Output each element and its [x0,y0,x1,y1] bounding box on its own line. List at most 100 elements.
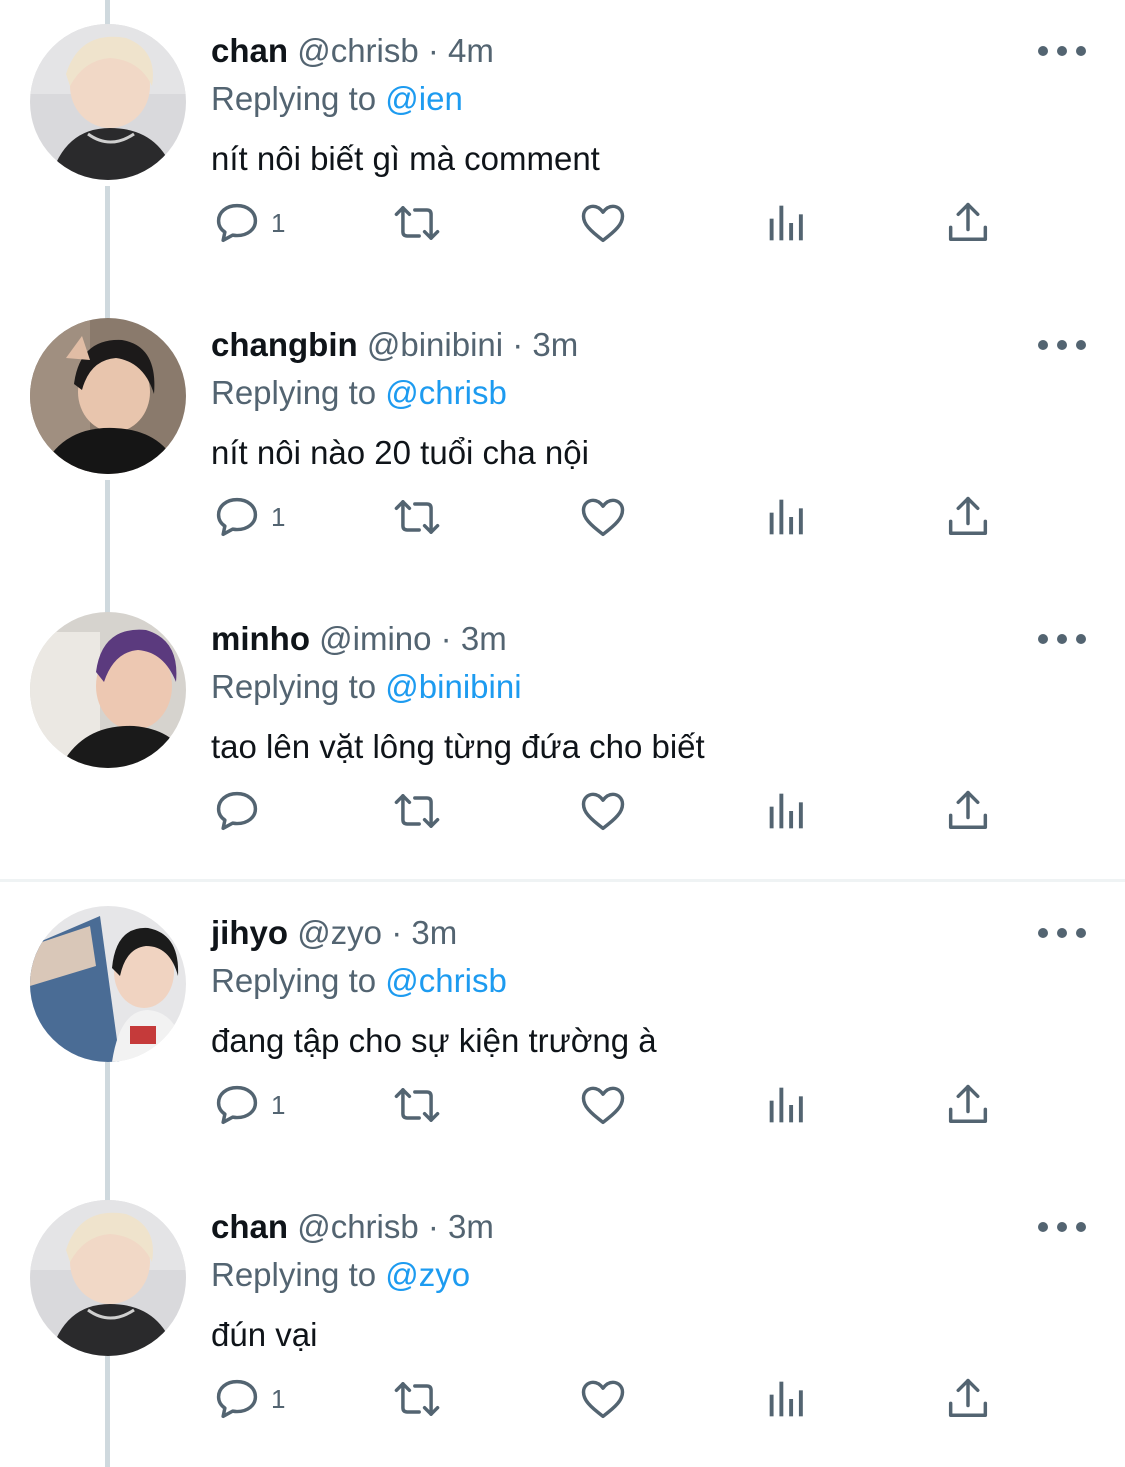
display-name[interactable]: chan [211,32,288,69]
reply-button[interactable] [211,781,271,841]
share-upload-icon [948,1378,988,1417]
reply-count: 1 [271,1383,286,1414]
heart-icon [581,204,625,243]
heart-icon [581,1086,625,1125]
bar-chart-icon [769,205,803,241]
avatar[interactable] [30,612,186,768]
retweet-button[interactable] [391,1075,443,1135]
like-button[interactable] [577,781,629,841]
share-upload-icon [948,790,988,829]
tweet-text: nít nôi biết gì mà comment [211,140,600,177]
avatar[interactable] [30,906,186,1062]
more-dots-icon[interactable] [1038,1216,1086,1238]
tweet-header: chan @chrisb · 4m [211,30,494,72]
retweet-button[interactable] [391,1369,443,1429]
replying-to: Replying to @ien [211,78,463,120]
avatar[interactable] [30,24,186,180]
bar-chart-icon [769,1087,803,1123]
tweet-text: tao lên vặt lông từng đứa cho biết [211,728,705,765]
display-name[interactable]: changbin [211,326,358,363]
like-button[interactable] [577,487,629,547]
replying-to: Replying to @chrisb [211,372,507,414]
tweet-header: minho @imino · 3m [211,618,507,660]
mention-link[interactable]: @binibini [385,668,521,705]
share-button[interactable] [942,1369,994,1429]
action-bar: 1 [211,1369,1011,1429]
more-dots-icon[interactable] [1038,334,1086,356]
views-button[interactable] [761,193,813,253]
speech-bubble-icon [216,1085,258,1125]
action-bar [211,781,1011,841]
mention-link[interactable]: @ien [385,80,463,117]
speech-bubble-icon [216,203,258,243]
replying-to: Replying to @zyo [211,1254,470,1296]
share-button[interactable] [942,1075,994,1135]
avatar[interactable] [30,1200,186,1356]
bar-chart-icon [769,1381,803,1417]
heart-icon [581,498,625,537]
retweet-icon [394,1088,440,1122]
reply-button[interactable]: 1 [211,193,285,253]
retweet-button[interactable] [391,487,443,547]
mention-link[interactable]: @zyo [385,1256,470,1293]
share-upload-icon [948,1084,988,1123]
retweet-button[interactable] [391,781,443,841]
share-upload-icon [948,496,988,535]
speech-bubble-icon [216,497,258,537]
like-button[interactable] [577,1369,629,1429]
replying-to-label: Replying to [211,80,377,117]
replying-to-label: Replying to [211,1256,377,1293]
views-button[interactable] [761,1369,813,1429]
tweet-header: changbin @binibini · 3m [211,324,578,366]
share-button[interactable] [942,487,994,547]
retweet-icon [394,500,440,534]
speech-bubble-icon [216,1379,258,1419]
tweet-text: đang tập cho sự kiện trường à [211,1022,657,1059]
display-name[interactable]: chan [211,1208,288,1245]
reply-count: 1 [271,501,286,532]
retweet-button[interactable] [391,193,443,253]
retweet-icon [394,206,440,240]
views-button[interactable] [761,781,813,841]
retweet-icon [394,794,440,828]
display-name[interactable]: jihyo [211,914,288,951]
reply-count: 1 [271,1089,286,1120]
reply-button[interactable]: 1 [211,1369,285,1429]
mention-link[interactable]: @chrisb [385,962,507,999]
bar-chart-icon [769,793,803,829]
like-button[interactable] [577,1075,629,1135]
more-dots-icon[interactable] [1038,40,1086,62]
speech-bubble-icon [216,791,258,831]
replying-to: Replying to @chrisb [211,960,507,1002]
replying-to: Replying to @binibini [211,666,522,708]
retweet-icon [394,1382,440,1416]
bar-chart-icon [769,499,803,535]
tweet-reply[interactable]: chan @chrisb · 4m Replying to @ien nít n… [0,0,1125,294]
like-button[interactable] [577,193,629,253]
reply-button[interactable]: 1 [211,487,285,547]
action-bar: 1 [211,1075,1011,1135]
more-dots-icon[interactable] [1038,922,1086,944]
mention-link[interactable]: @chrisb [385,374,507,411]
share-button[interactable] [942,781,994,841]
reply-count: 1 [271,207,286,238]
tweet-header: chan @chrisb · 3m [211,1206,494,1248]
tweet-reply[interactable]: changbin @binibini · 3m Replying to @chr… [0,294,1125,588]
handle-timestamp: @chrisb · 4m [297,32,494,69]
tweet-reply[interactable]: minho @imino · 3m Replying to @binibini … [0,588,1125,882]
handle-timestamp: @zyo · 3m [297,914,458,951]
tweet-reply[interactable]: chan @chrisb · 3m Replying to @zyo đún v… [0,1176,1125,1467]
heart-icon [581,1380,625,1419]
share-upload-icon [948,202,988,241]
share-button[interactable] [942,193,994,253]
tweet-reply[interactable]: jihyo @zyo · 3m Replying to @chrisb đang… [0,882,1125,1176]
avatar[interactable] [30,318,186,474]
tweet-header: jihyo @zyo · 3m [211,912,457,954]
more-dots-icon[interactable] [1038,628,1086,650]
replying-to-label: Replying to [211,962,377,999]
heart-icon [581,792,625,831]
views-button[interactable] [761,487,813,547]
display-name[interactable]: minho [211,620,310,657]
reply-button[interactable]: 1 [211,1075,285,1135]
views-button[interactable] [761,1075,813,1135]
